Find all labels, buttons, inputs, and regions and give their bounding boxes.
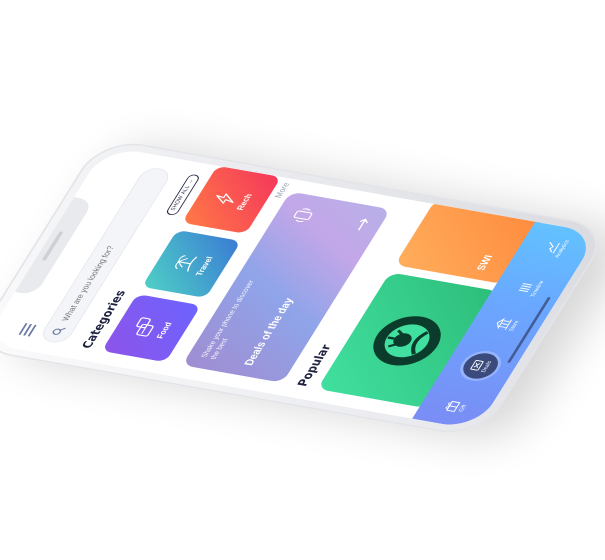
category-card-travel[interactable]: Travel bbox=[141, 229, 241, 299]
tab-gift[interactable]: Gift bbox=[440, 399, 468, 414]
tab-timeline[interactable]: Timeline bbox=[513, 278, 545, 298]
search-icon bbox=[52, 327, 66, 335]
tab-analytics[interactable]: Analytics bbox=[538, 237, 570, 258]
arrow-right-icon[interactable] bbox=[353, 217, 370, 232]
tab-deals[interactable]: Deals bbox=[456, 350, 504, 381]
phone-mockup: Categories SHOW ALL → Food bbox=[0, 137, 605, 439]
starbucks-logo-icon bbox=[372, 316, 441, 366]
menu-icon[interactable] bbox=[17, 323, 37, 337]
tab-store[interactable]: Store bbox=[492, 317, 520, 332]
swiggy-label: SWI bbox=[474, 254, 495, 272]
shake-phone-icon bbox=[293, 208, 312, 223]
tab-label-gift: Gift bbox=[457, 404, 468, 413]
stage: Categories SHOW ALL → Food bbox=[0, 0, 605, 560]
